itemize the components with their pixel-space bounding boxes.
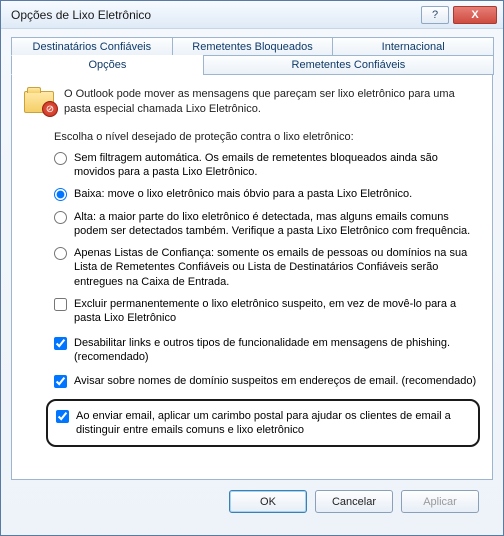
radio-safe-lists[interactable] <box>54 247 67 260</box>
radio-high-label[interactable]: Alta: a maior parte do lixo eletrônico é… <box>74 210 480 239</box>
additional-options-group: Excluir permanentemente o lixo eletrônic… <box>54 297 480 388</box>
tab-blocked-senders[interactable]: Remetentes Bloqueados <box>172 37 334 56</box>
close-button[interactable]: X <box>453 6 497 24</box>
checkbox-disable-links[interactable] <box>54 337 67 350</box>
checkbox-permanent-delete-label[interactable]: Excluir permanentemente o lixo eletrônic… <box>74 297 480 326</box>
apply-button[interactable]: Aplicar <box>401 490 479 513</box>
intro-text: O Outlook pode mover as mensagens que pa… <box>64 87 480 117</box>
radio-no-filter-label[interactable]: Sem filtragem automática. Os emails de r… <box>74 151 480 180</box>
tab-international[interactable]: Internacional <box>332 37 494 56</box>
protection-level-label: Escolha o nível desejado de proteção con… <box>54 131 480 143</box>
radio-high[interactable] <box>54 211 67 224</box>
titlebar[interactable]: Opções de Lixo Eletrônico ? X <box>1 1 503 29</box>
tab-options[interactable]: Opções <box>11 55 204 75</box>
tab-strip: Destinatários Confiáveis Remetentes Bloq… <box>11 37 493 75</box>
help-button[interactable]: ? <box>421 6 449 24</box>
junk-folder-icon: ⊘ <box>24 87 56 115</box>
checkbox-permanent-delete[interactable] <box>54 298 67 311</box>
postmark-highlight: Ao enviar email, aplicar um carimbo post… <box>46 399 480 448</box>
ok-button[interactable]: OK <box>229 490 307 513</box>
window-title: Opções de Lixo Eletrônico <box>11 8 417 22</box>
tab-trusted-senders[interactable]: Remetentes Confiáveis <box>203 55 494 75</box>
cancel-button[interactable]: Cancelar <box>315 490 393 513</box>
junk-options-dialog: Opções de Lixo Eletrônico ? X Destinatár… <box>0 0 504 536</box>
tab-trusted-recipients[interactable]: Destinatários Confiáveis <box>11 37 173 56</box>
checkbox-disable-links-label[interactable]: Desabilitar links e outros tipos de func… <box>74 336 480 365</box>
radio-safe-lists-label[interactable]: Apenas Listas de Confiança: somente os e… <box>74 246 480 289</box>
dialog-content: Destinatários Confiáveis Remetentes Bloq… <box>1 29 503 535</box>
options-panel: ⊘ O Outlook pode mover as mensagens que … <box>11 75 493 480</box>
checkbox-warn-domains[interactable] <box>54 375 67 388</box>
checkbox-postmark[interactable] <box>56 410 69 423</box>
radio-low-label[interactable]: Baixa: move o lixo eletrônico mais óbvio… <box>74 187 412 201</box>
checkbox-postmark-label[interactable]: Ao enviar email, aplicar um carimbo post… <box>76 409 470 438</box>
checkbox-warn-domains-label[interactable]: Avisar sobre nomes de domínio suspeitos … <box>74 374 476 388</box>
dialog-buttons: OK Cancelar Aplicar <box>11 480 493 525</box>
protection-level-group: Sem filtragem automática. Os emails de r… <box>54 151 480 289</box>
radio-no-filter[interactable] <box>54 152 67 165</box>
radio-low[interactable] <box>54 188 67 201</box>
